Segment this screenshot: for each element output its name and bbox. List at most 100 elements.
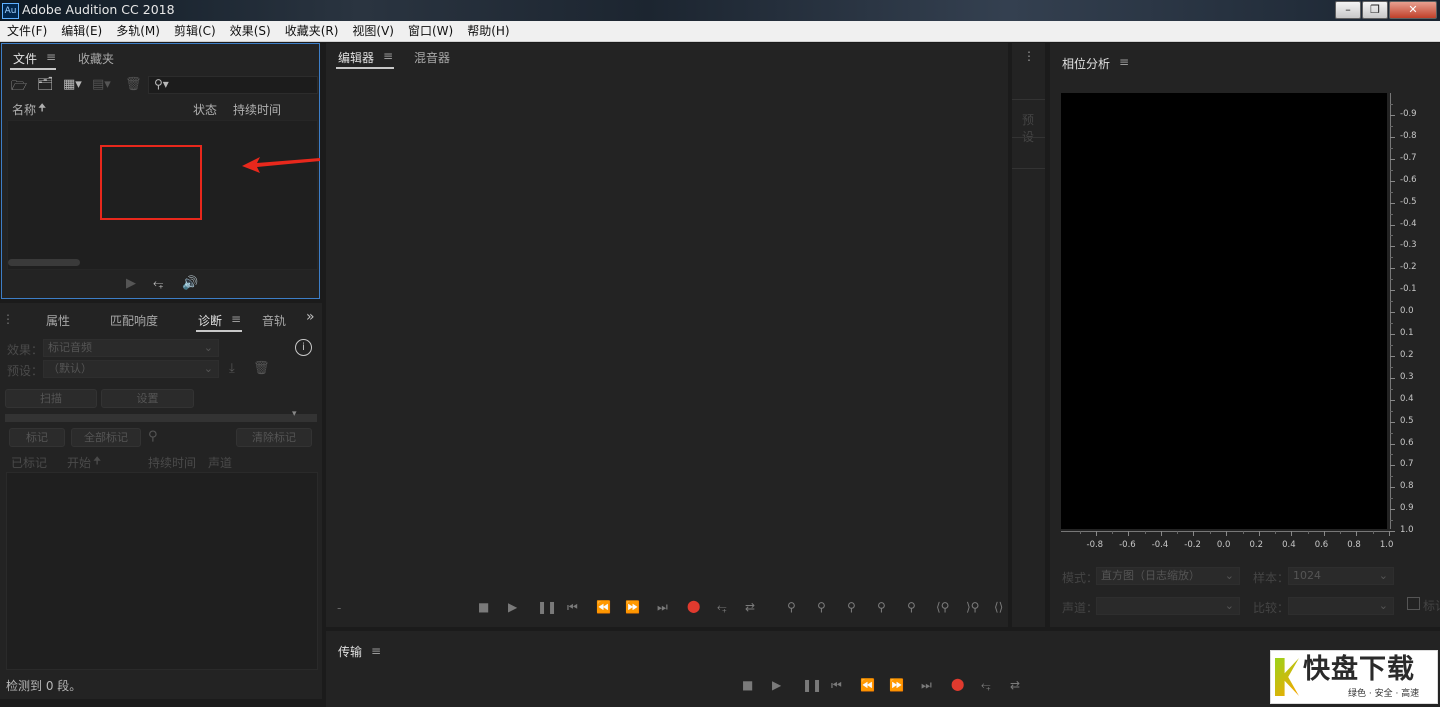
more-tabs-icon[interactable]: » — [306, 309, 315, 325]
presets-label[interactable]: 预设 — [1022, 111, 1045, 145]
record-icon[interactable]: ⬤ — [951, 677, 964, 691]
menu-window[interactable]: 窗口(W) — [401, 21, 460, 41]
tab-mixer[interactable]: 混音器 — [414, 49, 450, 66]
menu-help[interactable]: 帮助(H) — [460, 21, 516, 41]
zoom-selection-icon[interactable]: ⟨⟩ — [994, 600, 1003, 614]
mark-button[interactable]: 标记 — [9, 428, 65, 447]
tab-editor[interactable]: 编辑器 — [338, 49, 374, 66]
column-start[interactable]: 开始 — [67, 454, 91, 471]
zoom-to-selection-icon[interactable]: ⚲ — [148, 429, 158, 444]
zoom-out-time-icon[interactable]: ⚲ — [877, 600, 886, 614]
tab-tracks[interactable]: 音轨 — [262, 312, 286, 329]
loop-preview-icon[interactable]: ⥆ — [153, 276, 163, 291]
pause-icon[interactable]: ❚❚ — [802, 678, 822, 692]
menu-edit[interactable]: 编辑(E) — [54, 21, 109, 41]
search-field[interactable]: ⚲▾ — [148, 76, 318, 94]
insert-multitrack-icon[interactable]: ▤▾ — [92, 77, 111, 92]
menu-file[interactable]: 文件(F) — [0, 21, 54, 41]
tab-match-loudness[interactable]: 匹配响度 — [110, 312, 158, 329]
clear-marks-button[interactable]: 清除标记 — [236, 428, 312, 447]
effect-dropdown[interactable]: 标记音频 ⌄ — [43, 339, 219, 357]
minimize-button[interactable]: – — [1335, 1, 1361, 19]
rewind-icon[interactable]: ⏪ — [596, 600, 611, 614]
record-icon[interactable]: ⬤ — [687, 599, 700, 613]
play-icon[interactable]: ▶ — [508, 600, 517, 614]
zoom-in-amplitude-icon[interactable]: ⚲ — [787, 600, 796, 614]
delete-file-icon[interactable]: 🗑 — [125, 77, 142, 92]
auto-play-volume-icon[interactable]: 🔊 — [182, 276, 198, 291]
editor-menu-icon[interactable]: ≡ — [383, 49, 393, 63]
preset-dropdown[interactable]: （默认） ⌄ — [43, 360, 219, 378]
fast-forward-icon[interactable]: ⏩ — [625, 600, 640, 614]
close-button[interactable]: ✕ — [1389, 1, 1437, 19]
compare-dropdown[interactable]: ⌄ — [1288, 597, 1394, 615]
transport-menu-icon[interactable]: ≡ — [371, 644, 381, 658]
phase-analysis-title[interactable]: 相位分析 — [1062, 55, 1110, 72]
menu-effects[interactable]: 效果(S) — [223, 21, 278, 41]
column-channel[interactable]: 声道 — [208, 454, 232, 471]
x-tick-label: 0.2 — [1249, 540, 1264, 550]
mark-checkbox[interactable] — [1407, 597, 1420, 610]
column-duration[interactable]: 持续时间 — [148, 454, 196, 471]
chevron-down-icon: ⌄ — [1378, 599, 1388, 612]
column-status[interactable]: 状态 — [193, 101, 217, 118]
open-file-icon[interactable]: 🗁 — [11, 77, 27, 99]
info-icon[interactable]: i — [295, 339, 312, 356]
loop-playback-icon[interactable]: ⥆ — [981, 678, 991, 693]
skip-to-end-icon[interactable]: ⏭ — [657, 600, 668, 615]
new-file-icon[interactable]: ▦▾ — [63, 77, 82, 92]
fast-forward-icon[interactable]: ⏩ — [889, 678, 904, 692]
menu-multitrack[interactable]: 多轨(M) — [109, 21, 167, 41]
delete-preset-icon[interactable]: 🗑 — [253, 361, 270, 376]
stop-icon[interactable]: ■ — [478, 600, 489, 614]
marks-list[interactable] — [6, 472, 318, 670]
zoom-out-full-icon[interactable]: ⚲ — [907, 600, 916, 614]
files-panel-menu-icon[interactable]: ≡ — [46, 50, 56, 64]
y-tick-mark — [1390, 268, 1395, 270]
import-file-icon[interactable]: 🗂 — [37, 77, 54, 92]
play-icon[interactable]: ▶ — [772, 678, 781, 692]
pause-icon[interactable]: ❚❚ — [537, 600, 557, 614]
tab-favorites[interactable]: 收藏夹 — [78, 50, 114, 67]
channel-dropdown[interactable]: ⌄ — [1096, 597, 1240, 615]
tab-files[interactable]: 文件 — [13, 50, 37, 67]
column-name[interactable]: 名称 — [12, 101, 36, 118]
editor-panel: 编辑器 ≡ 混音器 - ■ ▶ ❚❚ ⏮ ⏪ ⏩ ⏭ ⬤ ⥆ ⇄ ⚲ ⚲ ⚲ ⚲… — [326, 43, 1008, 627]
settings-button[interactable]: 设置 — [101, 389, 194, 408]
menu-view[interactable]: 视图(V) — [345, 21, 401, 41]
menu-favorites[interactable]: 收藏夹(R) — [278, 21, 346, 41]
mode-dropdown[interactable]: 直方图（日志缩放） ⌄ — [1096, 567, 1240, 585]
zoom-in-time-icon[interactable]: ⚲ — [847, 600, 856, 614]
y-tick-mark — [1390, 334, 1395, 335]
collapse-bar[interactable] — [5, 414, 317, 422]
column-duration[interactable]: 持续时间 — [233, 101, 281, 118]
y-tick-label: -0.8 — [1400, 130, 1417, 141]
skip-selection-icon[interactable]: ⇄ — [745, 600, 755, 614]
tab-properties[interactable]: 属性 — [46, 312, 70, 329]
menu-clip[interactable]: 剪辑(C) — [167, 21, 223, 41]
play-preview-icon[interactable]: ▶ — [126, 276, 136, 291]
skip-to-start-icon[interactable]: ⏮ — [831, 678, 842, 693]
column-marked[interactable]: 已标记 — [11, 454, 47, 471]
maximize-button[interactable]: ❐ — [1362, 1, 1388, 19]
stop-icon[interactable]: ■ — [742, 678, 753, 692]
scan-button[interactable]: 扫描 — [5, 389, 97, 408]
presets-strip: ⋮ 预设 — [1012, 43, 1045, 627]
zoom-in-point-icon[interactable]: ⟨⚲ — [936, 600, 949, 614]
strip-menu-icon[interactable]: ⋮ — [1023, 49, 1035, 63]
skip-selection-icon[interactable]: ⇄ — [1010, 678, 1020, 692]
skip-to-start-icon[interactable]: ⏮ — [567, 600, 578, 615]
mark-all-button[interactable]: 全部标记 — [71, 428, 141, 447]
rewind-icon[interactable]: ⏪ — [860, 678, 875, 692]
y-tick-mark — [1390, 487, 1395, 489]
skip-to-end-icon[interactable]: ⏭ — [921, 678, 932, 693]
phase-analysis-menu-icon[interactable]: ≡ — [1119, 55, 1129, 69]
save-preset-icon[interactable]: ⤓ — [229, 361, 235, 376]
samples-dropdown[interactable]: 1024 ⌄ — [1288, 567, 1394, 585]
loop-playback-icon[interactable]: ⥆ — [717, 600, 727, 615]
horizontal-scrollbar[interactable] — [8, 259, 80, 266]
diagnostics-menu-icon[interactable]: ≡ — [231, 312, 241, 326]
zoom-out-point-icon[interactable]: ⟩⚲ — [966, 600, 979, 614]
zoom-out-amplitude-icon[interactable]: ⚲ — [817, 600, 826, 614]
tab-diagnostics[interactable]: 诊断 — [198, 312, 222, 329]
